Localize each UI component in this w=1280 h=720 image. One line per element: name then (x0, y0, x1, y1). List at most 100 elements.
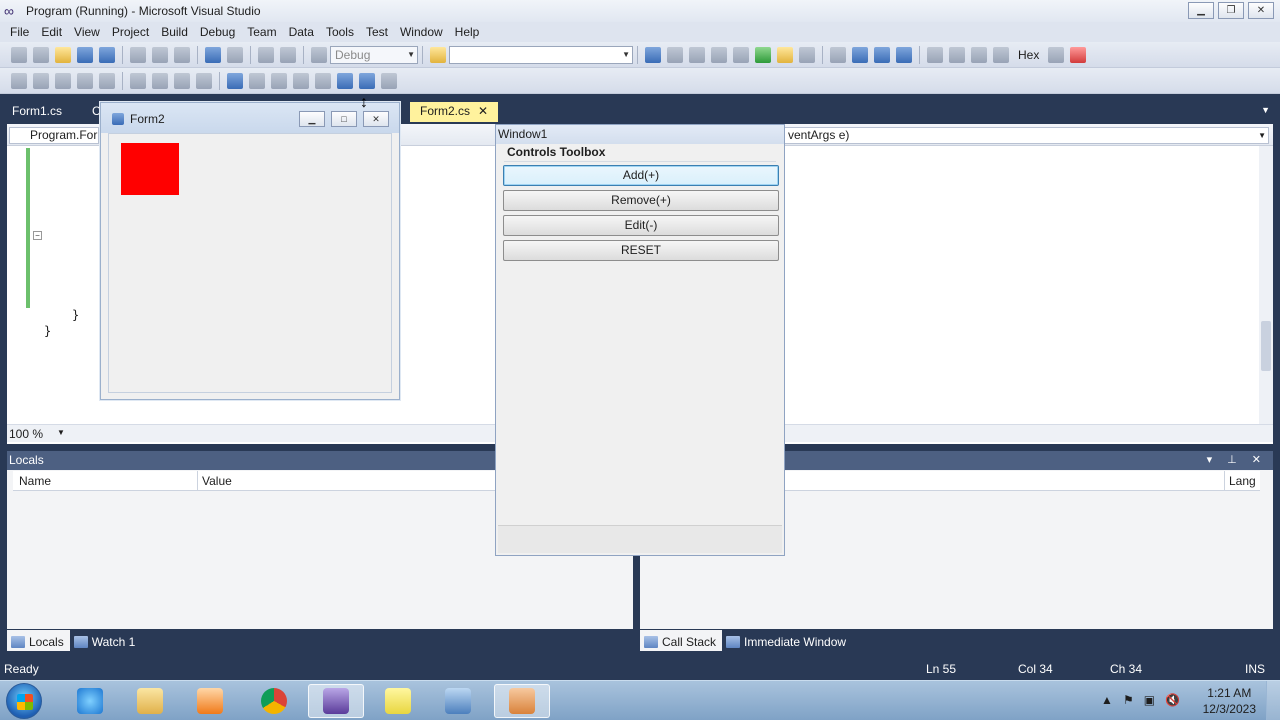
show-desktop-button[interactable] (1266, 681, 1280, 720)
restart-icon[interactable] (896, 46, 912, 63)
show-hidden-icons-icon[interactable]: ▲ (1101, 693, 1113, 707)
previous-bookmark-icon[interactable] (249, 72, 265, 89)
start-page-icon[interactable] (755, 46, 771, 63)
align-centers-icon[interactable] (55, 72, 71, 89)
menu-project[interactable]: Project (106, 25, 155, 39)
new-project-icon[interactable] (11, 46, 27, 63)
form2-minimize-button[interactable]: ▁ (299, 111, 325, 127)
find-combo[interactable]: ▼ (449, 45, 633, 64)
start-icon[interactable] (311, 46, 327, 63)
cut-icon[interactable] (130, 46, 146, 63)
edit-button[interactable]: Edit(-) (503, 215, 779, 236)
find-in-files-icon[interactable] (430, 46, 446, 63)
start-button[interactable] (6, 683, 42, 719)
taskbar-internet-explorer[interactable] (62, 684, 118, 718)
menu-help[interactable]: Help (449, 25, 486, 39)
break-all-icon[interactable] (852, 46, 868, 63)
clear-bookmarks-icon[interactable] (381, 72, 397, 89)
extension-manager-icon[interactable] (777, 46, 793, 63)
open-folder-icon[interactable] (55, 46, 71, 63)
increase-indent-icon[interactable] (152, 72, 168, 89)
editor-vertical-scrollbar[interactable] (1259, 146, 1273, 424)
uncomment-icon[interactable] (196, 72, 212, 89)
step-over-icon[interactable] (971, 46, 987, 63)
taskbar-sticky-notes[interactable] (370, 684, 426, 718)
decrease-indent-icon[interactable] (130, 72, 146, 89)
close-button[interactable]: ✕ (1248, 2, 1274, 19)
scrollbar-thumb[interactable] (1261, 321, 1271, 371)
close-tab-icon[interactable]: ✕ (478, 104, 488, 118)
step-into-icon[interactable] (949, 46, 965, 63)
redo-icon[interactable] (227, 46, 243, 63)
collapse-outline-icon[interactable]: − (33, 231, 42, 240)
format-icon[interactable] (99, 72, 115, 89)
reset-button[interactable]: RESET (503, 240, 779, 261)
breakpoints-icon[interactable] (1048, 46, 1065, 63)
next-bookmark-document-icon[interactable] (359, 72, 375, 89)
column-value[interactable]: Value (202, 474, 232, 488)
menu-view[interactable]: View (68, 25, 106, 39)
font-icon[interactable] (77, 72, 93, 89)
copy-icon[interactable] (152, 46, 168, 63)
toolbox-icon[interactable] (711, 46, 727, 63)
menu-tools[interactable]: Tools (320, 25, 360, 39)
previous-bookmark-document-icon[interactable] (337, 72, 353, 89)
network-status-icon[interactable]: ▣ (1144, 693, 1155, 707)
next-bookmark-icon[interactable] (271, 72, 287, 89)
taskbar-file-explorer[interactable] (122, 684, 178, 718)
step-out-icon[interactable] (993, 46, 1009, 63)
exceptions-icon[interactable] (1070, 46, 1087, 63)
show-next-statement-icon[interactable] (927, 46, 943, 63)
column-name[interactable]: Name (19, 474, 51, 488)
zoom-level[interactable]: 100 % (9, 427, 43, 441)
tab-dropdown-icon[interactable]: ▼ (1261, 105, 1270, 115)
hex-toggle[interactable]: Hex (1018, 48, 1039, 62)
add-item-icon[interactable] (33, 46, 49, 63)
align-lefts-icon[interactable] (33, 72, 49, 89)
members-dropdown[interactable]: ventArgs e) ▼ (783, 127, 1269, 144)
menu-build[interactable]: Build (155, 25, 194, 39)
command-window-icon[interactable] (799, 46, 815, 63)
tools-icon[interactable] (733, 46, 749, 63)
remove-button[interactable]: Remove(+) (503, 190, 779, 211)
solution-configuration-select[interactable]: Debug ▼ (330, 45, 418, 64)
comment-icon[interactable] (174, 72, 190, 89)
navigate-icon[interactable] (258, 46, 274, 63)
restore-button[interactable]: ❐ (1218, 2, 1244, 19)
menu-test[interactable]: Test (360, 25, 394, 39)
menu-file[interactable]: File (4, 25, 35, 39)
minimize-button[interactable]: ▁ (1188, 2, 1214, 19)
tab-immediate-window[interactable]: Immediate Window (722, 630, 852, 651)
tab-call-stack[interactable]: Call Stack (640, 630, 723, 651)
volume-muted-icon[interactable]: 🔇 (1165, 693, 1180, 707)
navigate-forward-icon[interactable] (280, 46, 296, 63)
taskbar-running-program[interactable] (494, 684, 550, 718)
stop-debugging-icon[interactable] (874, 46, 890, 63)
form2-title-bar[interactable]: Form2 ▁ □ ✕ (101, 103, 399, 133)
column-language[interactable]: Lang (1229, 474, 1256, 488)
undo-icon[interactable] (205, 46, 221, 63)
chevron-down-icon[interactable]: ▼ (57, 428, 65, 437)
menu-debug[interactable]: Debug (194, 25, 241, 39)
align-to-grid-icon[interactable] (11, 72, 27, 89)
add-button[interactable]: Add(+) (503, 165, 779, 186)
action-center-icon[interactable]: ⚑ (1123, 693, 1134, 707)
tab-locals[interactable]: Locals (7, 630, 70, 651)
system-clock[interactable]: 1:21 AM 12/3/2023 (1203, 685, 1256, 717)
taskbar-visual-studio[interactable] (308, 684, 364, 718)
paste-icon[interactable] (174, 46, 190, 63)
red-square-control[interactable] (121, 143, 179, 195)
object-browser-icon[interactable] (689, 46, 705, 63)
menu-window[interactable]: Window (394, 25, 449, 39)
menu-data[interactable]: Data (283, 25, 320, 39)
continue-icon[interactable] (830, 46, 846, 63)
menu-team[interactable]: Team (241, 25, 282, 39)
properties-icon[interactable] (667, 46, 683, 63)
menu-edit[interactable]: Edit (35, 25, 68, 39)
types-dropdown[interactable]: Program.Form (9, 127, 99, 144)
previous-bookmark-folder-icon[interactable] (293, 72, 309, 89)
panel-header-buttons[interactable]: ▾ ⊥ ✕ (1207, 451, 1267, 470)
form2-maximize-button[interactable]: □ (331, 111, 357, 127)
tab-form1-cs[interactable]: Form1.cs (2, 102, 72, 122)
taskbar-chrome[interactable] (246, 684, 302, 718)
